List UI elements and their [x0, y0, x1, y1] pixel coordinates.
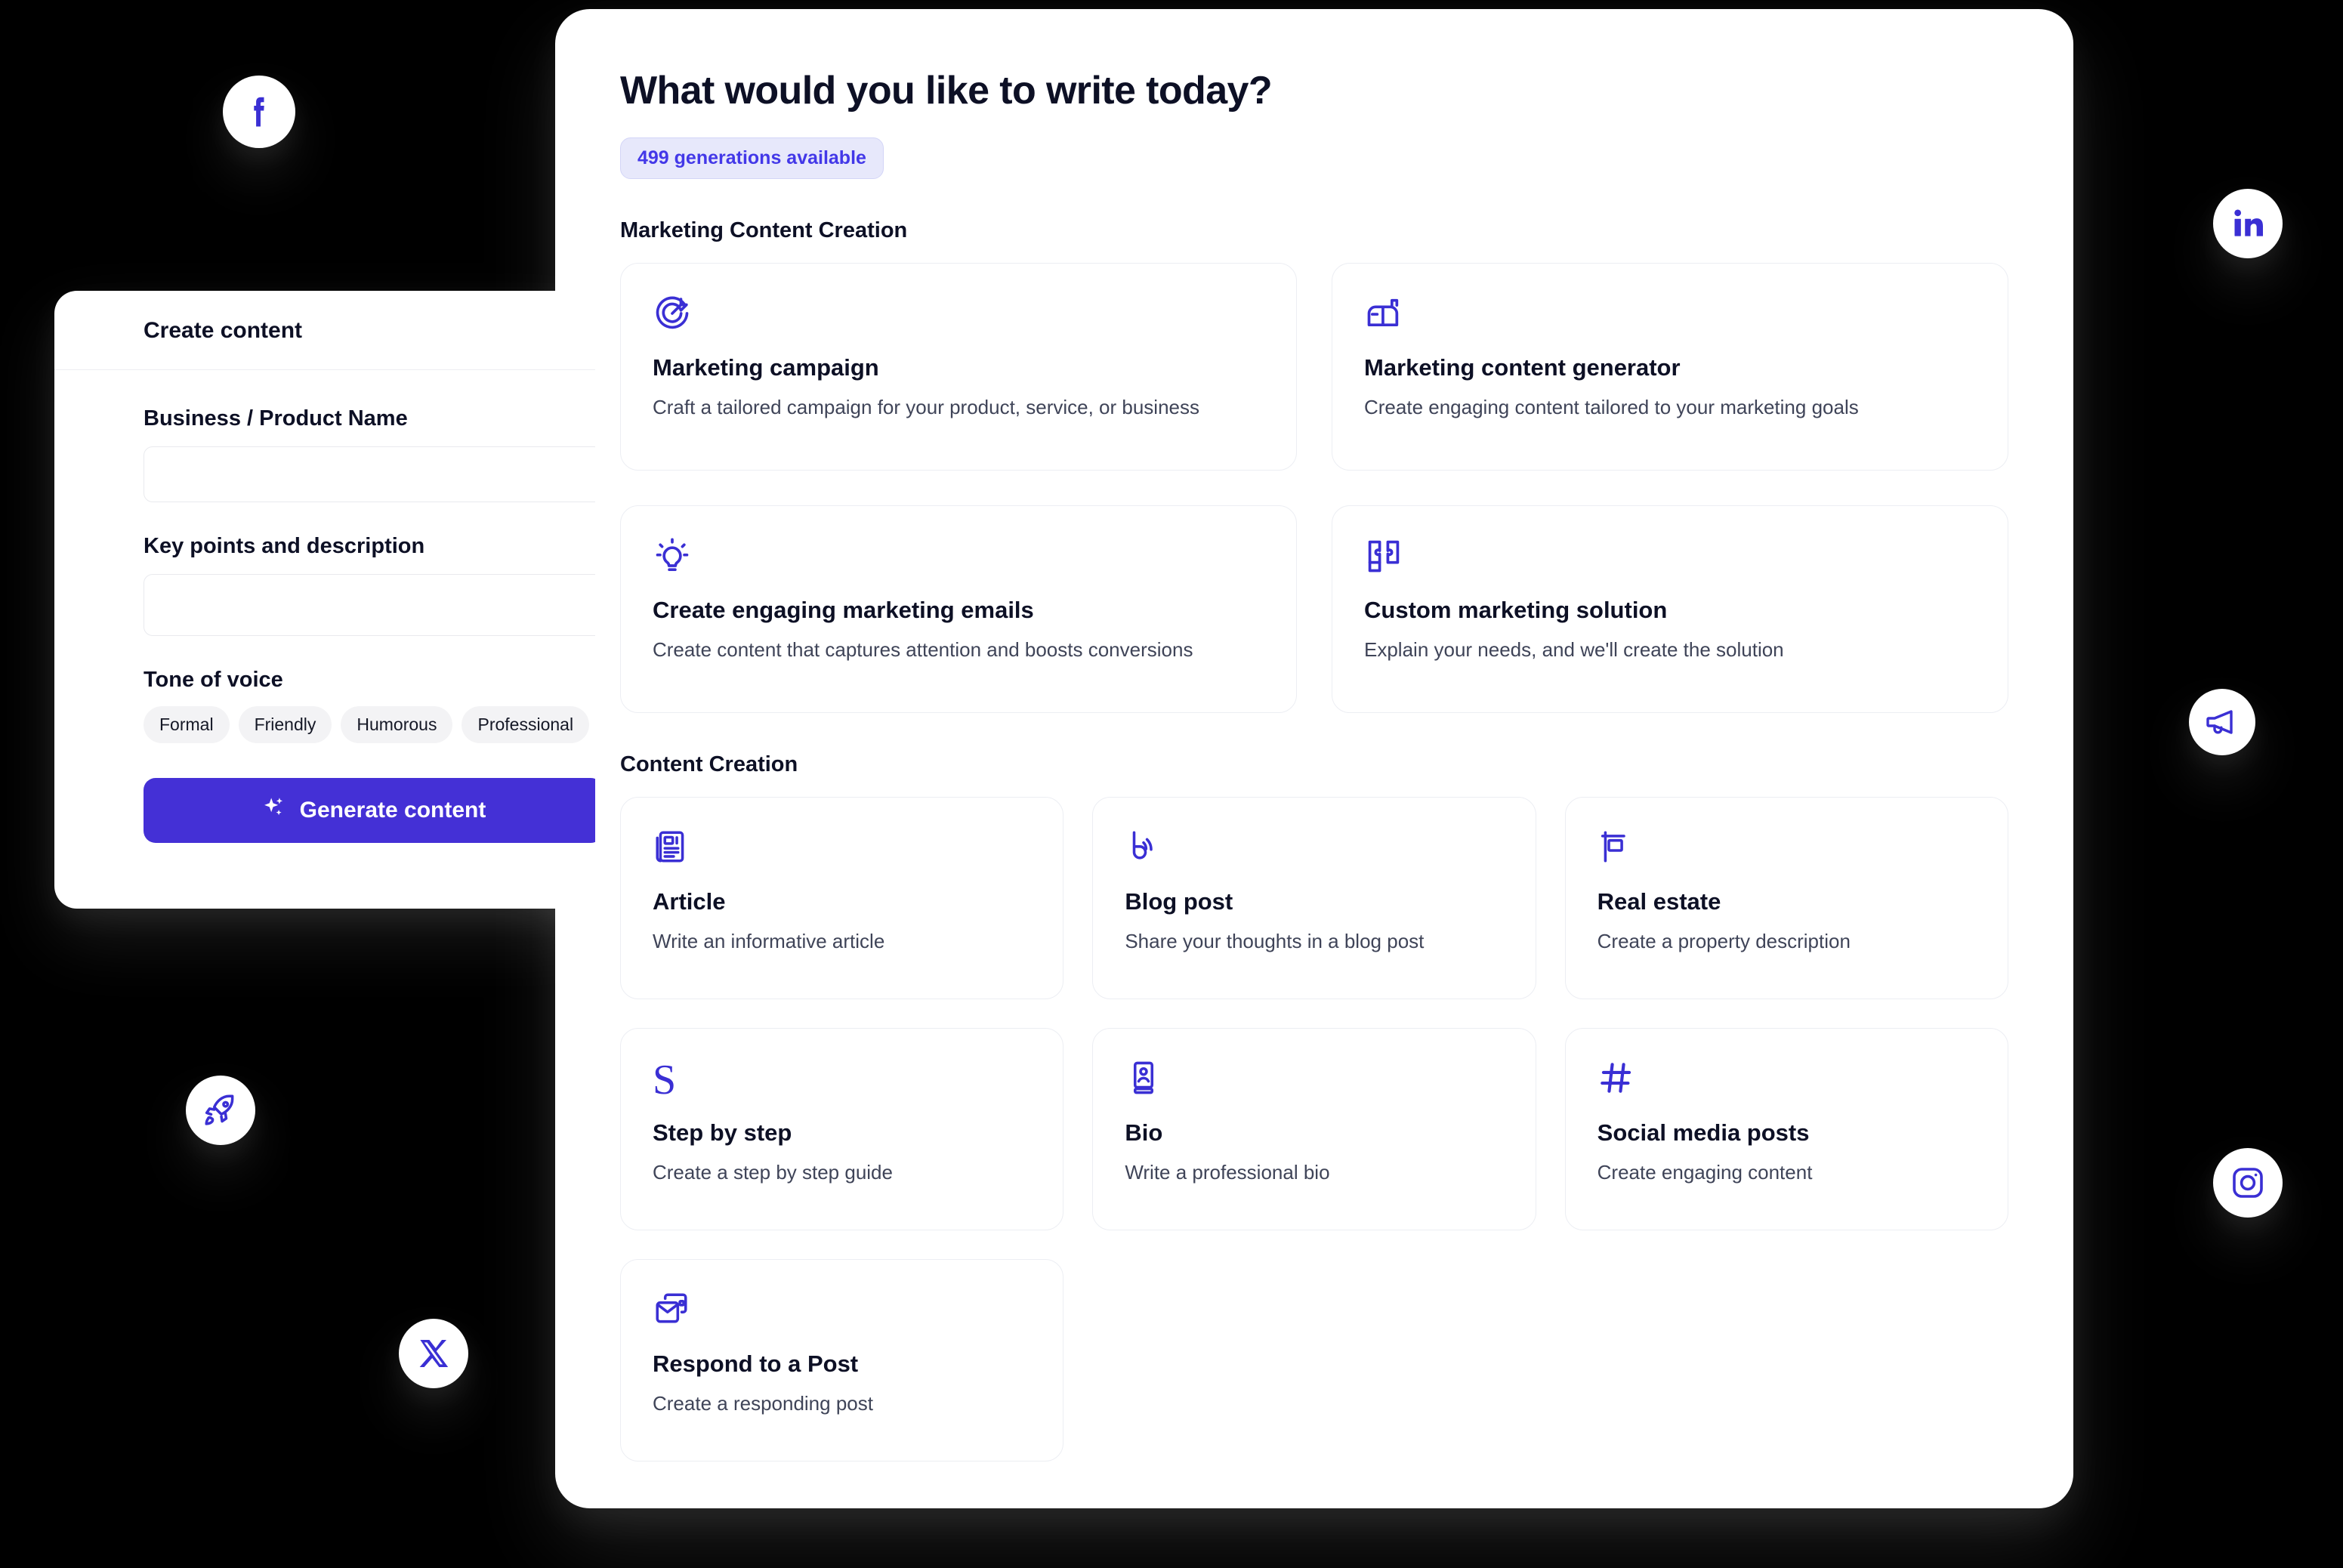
mailbox-icon — [1364, 294, 1976, 338]
panel-header: Create content — [54, 291, 595, 370]
megaphone-bubble[interactable] — [2189, 689, 2255, 755]
card-step-by-step[interactable]: S Step by step Create a step by step gui… — [620, 1028, 1064, 1230]
card-title: Respond to a Post — [653, 1350, 859, 1377]
sparkle-icon — [261, 795, 286, 826]
card-description: Write a professional bio — [1125, 1161, 1330, 1184]
card-title: Blog post — [1125, 888, 1233, 915]
field-label: Key points and description — [144, 534, 425, 558]
puzzle-icon — [1364, 536, 1976, 580]
card-description: Create a property description — [1597, 930, 1851, 952]
screen: What would you like to write today? 499 … — [0, 0, 2343, 1568]
rocket-icon — [202, 1091, 239, 1129]
card-create-engaging-marketing-emails[interactable]: Create engaging marketing emails Create … — [620, 505, 1297, 713]
tone-chip-professional[interactable]: Professional — [462, 706, 590, 743]
card-bio[interactable]: Bio Write a professional bio — [1092, 1028, 1536, 1230]
linkedin-icon — [2229, 205, 2267, 242]
tone-of-voice-options: Formal Friendly Humorous Professional — [144, 706, 595, 743]
card-description: Create a step by step guide — [653, 1161, 893, 1184]
field-label: Business / Product Name — [144, 406, 408, 431]
marketing-card-grid: Marketing campaign Craft a tailored camp… — [620, 263, 2008, 713]
blog-rss-icon — [1125, 828, 1503, 872]
target-icon — [653, 294, 1264, 338]
contact-card-icon — [1125, 1059, 1503, 1103]
facebook-icon — [239, 92, 279, 131]
newspaper-icon — [653, 828, 1031, 872]
key-points-description-input[interactable] — [144, 574, 595, 636]
card-description: Write an informative article — [653, 930, 885, 952]
card-description: Explain your needs, and we'll create the… — [1364, 638, 1784, 661]
lightbulb-icon — [653, 536, 1264, 580]
section-heading-marketing: Marketing Content Creation — [620, 218, 908, 242]
card-title: Article — [653, 888, 726, 915]
card-title: Marketing campaign — [653, 354, 879, 381]
generate-content-label: Generate content — [299, 798, 486, 823]
card-respond-to-a-post[interactable]: Respond to a Post Create a responding po… — [620, 1259, 1064, 1462]
x-twitter-icon — [415, 1335, 452, 1372]
tone-chip-formal[interactable]: Formal — [144, 706, 230, 743]
tone-of-voice-label: Tone of voice — [144, 668, 283, 692]
linkedin-bubble[interactable] — [2213, 189, 2283, 258]
card-article[interactable]: Article Write an informative article — [620, 797, 1064, 999]
card-title: Bio — [1125, 1119, 1163, 1146]
page-title: What would you like to write today? — [620, 69, 1273, 113]
main-window: What would you like to write today? 499 … — [555, 9, 2073, 1508]
card-description: Create content that captures attention a… — [653, 638, 1193, 661]
tone-chip-friendly[interactable]: Friendly — [238, 706, 332, 743]
hashtag-icon — [1598, 1059, 1976, 1103]
instagram-bubble[interactable] — [2213, 1148, 2283, 1218]
card-social-media-posts[interactable]: Social media posts Create engaging conte… — [1564, 1028, 2008, 1230]
generate-content-button[interactable]: Generate content — [144, 778, 595, 843]
tone-chip-humorous[interactable]: Humorous — [341, 706, 453, 743]
card-title: Step by step — [653, 1119, 792, 1146]
rocket-bubble[interactable] — [186, 1076, 255, 1145]
business-product-name-input[interactable] — [144, 446, 595, 502]
field-key-points-description: Key points and description — [144, 534, 595, 636]
card-description: Create a responding post — [653, 1392, 873, 1415]
card-description: Create engaging content — [1597, 1161, 1813, 1184]
facebook-bubble[interactable] — [223, 76, 295, 148]
section-heading-content: Content Creation — [620, 752, 798, 776]
card-blog-post[interactable]: Blog post Share your thoughts in a blog … — [1092, 797, 1536, 999]
card-title: Create engaging marketing emails — [653, 597, 1034, 623]
card-real-estate[interactable]: Real estate Create a property descriptio… — [1564, 797, 2008, 999]
card-marketing-content-generator[interactable]: Marketing content generator Create engag… — [1332, 263, 2008, 471]
card-marketing-campaign[interactable]: Marketing campaign Craft a tailored camp… — [620, 263, 1297, 471]
x-twitter-bubble[interactable] — [399, 1319, 468, 1388]
yard-sign-icon — [1598, 828, 1976, 872]
instagram-icon — [2230, 1165, 2266, 1201]
megaphone-icon — [2204, 704, 2240, 740]
card-custom-marketing-solution[interactable]: Custom marketing solution Explain your n… — [1332, 505, 2008, 713]
content-card-grid: Article Write an informative article Blo… — [620, 797, 2008, 1462]
field-business-product-name: Business / Product Name — [144, 406, 595, 502]
card-title: Marketing content generator — [1364, 354, 1681, 381]
card-description: Share your thoughts in a blog post — [1125, 930, 1425, 952]
panel-title: Create content — [144, 318, 303, 343]
card-description: Create engaging content tailored to your… — [1364, 396, 1859, 418]
create-content-panel: Create content Business / Product Name K… — [54, 291, 595, 909]
card-title: Custom marketing solution — [1364, 597, 1668, 623]
letter-s-icon: S — [653, 1057, 677, 1103]
card-title: Social media posts — [1597, 1119, 1810, 1146]
card-title: Real estate — [1597, 888, 1721, 915]
mail-reply-icon — [653, 1290, 1031, 1334]
card-description: Craft a tailored campaign for your produ… — [653, 396, 1200, 418]
panel-body: Business / Product Name Key points and d… — [54, 370, 595, 843]
generations-badge: 499 generations available — [620, 137, 884, 179]
